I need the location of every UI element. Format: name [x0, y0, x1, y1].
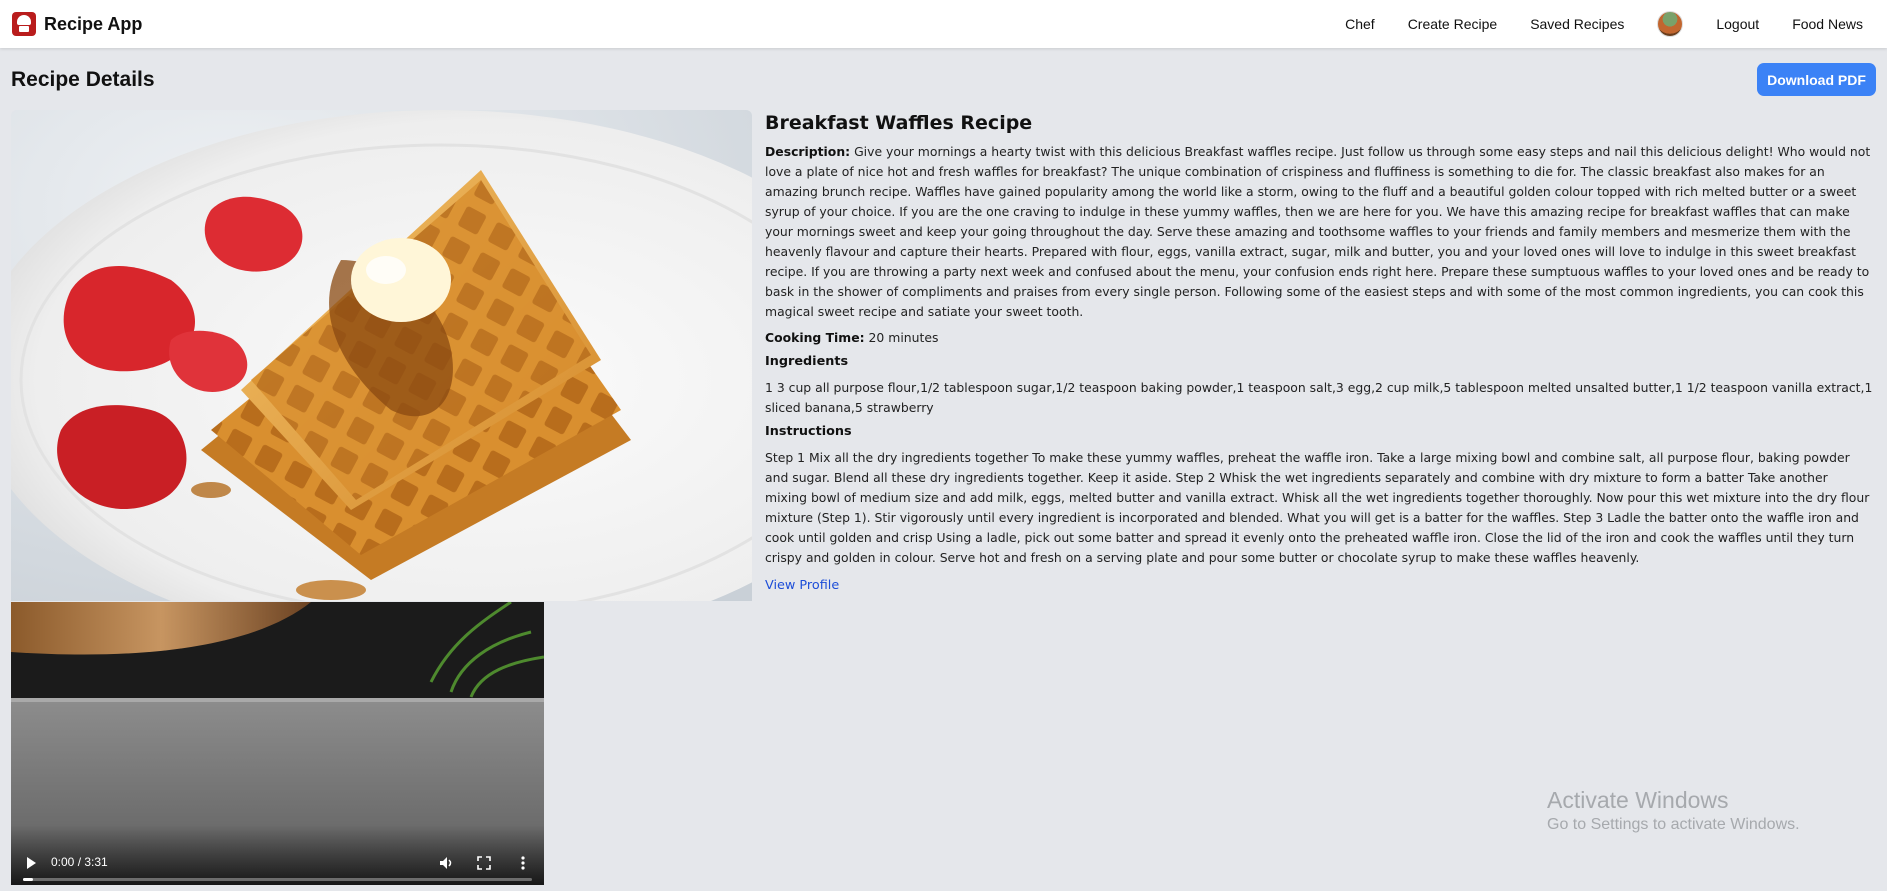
- navbar: Recipe App Chef Create Recipe Saved Reci…: [0, 0, 1887, 48]
- avatar[interactable]: [1657, 11, 1684, 37]
- ingredients-heading: Ingredients: [765, 354, 849, 369]
- nav-link-food-news[interactable]: Food News: [1792, 16, 1863, 32]
- view-profile-link[interactable]: View Profile: [765, 578, 839, 593]
- recipe-details: Breakfast Waffles Recipe Description: Gi…: [765, 112, 1873, 593]
- video-progress-fill: [23, 878, 34, 881]
- video-controls: 0:00 / 3:31: [11, 825, 544, 885]
- cooking-time-label: Cooking Time:: [765, 330, 865, 345]
- nav-link-saved-recipes[interactable]: Saved Recipes: [1530, 16, 1624, 32]
- cooking-time: Cooking Time: 20 minutes: [765, 328, 1873, 348]
- ingredients-text: 1 3 cup all purpose flour,1/2 tablespoon…: [765, 380, 1873, 415]
- video-player[interactable]: 0:00 / 3:31: [11, 602, 544, 885]
- watermark-title: Activate Windows: [1547, 787, 1729, 813]
- waffles-photo: [11, 110, 752, 601]
- video-time: 0:00 / 3:31: [51, 855, 108, 869]
- watermark-subtitle: Go to Settings to activate Windows.: [1547, 816, 1800, 833]
- recipe-description: Description: Give your mornings a hearty…: [765, 142, 1873, 322]
- recipe-title: Breakfast Waffles Recipe: [765, 112, 1033, 134]
- cooking-time-value: 20 minutes: [868, 330, 939, 345]
- video-progress-bar[interactable]: [23, 878, 532, 881]
- recipe-image: [11, 110, 752, 601]
- brand[interactable]: Recipe App: [12, 12, 142, 36]
- play-icon[interactable]: [23, 855, 39, 871]
- description-label: Description:: [765, 144, 851, 159]
- nav-links: Chef Create Recipe Saved Recipes Logout …: [1345, 11, 1875, 37]
- windows-activation-watermark: Activate Windows Go to Settings to activ…: [1547, 786, 1800, 836]
- fullscreen-icon[interactable]: [475, 854, 493, 872]
- brand-name: Recipe App: [44, 13, 143, 34]
- instructions-heading: Instructions: [765, 424, 852, 439]
- instructions-text: Step 1 Mix all the dry ingredients toget…: [765, 450, 1870, 565]
- download-pdf-button[interactable]: Download PDF: [1757, 63, 1876, 96]
- chef-hat-icon: [12, 12, 36, 36]
- nav-link-chef[interactable]: Chef: [1345, 16, 1375, 32]
- more-vertical-icon[interactable]: [514, 854, 532, 872]
- nav-link-create-recipe[interactable]: Create Recipe: [1408, 16, 1498, 32]
- page-title: Recipe Details: [11, 68, 155, 91]
- description-text: Give your mornings a hearty twist with t…: [765, 144, 1871, 319]
- volume-icon[interactable]: [437, 854, 455, 872]
- nav-link-logout[interactable]: Logout: [1716, 16, 1759, 32]
